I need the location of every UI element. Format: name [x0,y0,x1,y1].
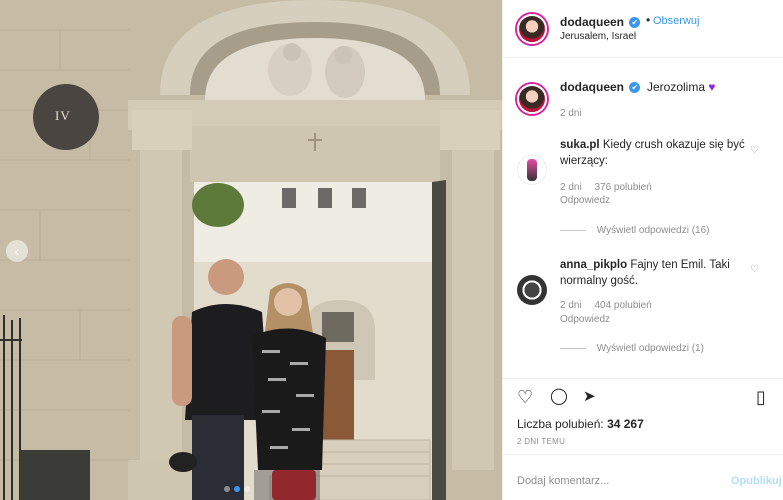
likes-count: 34 267 [607,417,644,431]
separator-dot: • [646,13,651,27]
location-link[interactable]: Jerusalem, Israel [560,31,636,42]
view-replies-button[interactable]: Wyświetl odpowiedzi (16) [560,225,710,236]
like-icon[interactable]: ♡ [517,387,533,407]
follow-button[interactable]: Obserwuj [653,15,699,27]
heart-outline-icon[interactable]: ♡ [750,264,759,275]
reply-button[interactable]: Odpowiedz [560,314,610,325]
caption-body: Jerozolima [647,80,706,94]
comment-username[interactable]: anna_pikplo [560,259,627,271]
chevron-left-icon: ‹ [14,243,20,259]
post-photo[interactable]: IV ‹ [0,0,502,500]
avatar[interactable] [517,14,547,44]
header-username[interactable]: dodaqueen ✔ [560,15,641,29]
purple-heart-icon: ♥ [708,80,716,94]
comment-meta: 2 dni 376 polubień [560,182,662,193]
post-timestamp[interactable]: 2 DNI TEMU [517,437,565,446]
comment-likes[interactable]: 376 polubień [594,182,651,193]
actions-divider [503,378,783,379]
comment-icon[interactable]: ◯ [550,387,568,407]
likes-summary[interactable]: Liczba polubień: 34 267 [517,417,644,431]
comment-likes[interactable]: 404 polubień [594,300,651,311]
comment-timestamp[interactable]: 2 dni [560,182,582,193]
add-comment-bar: Dodaj komentarz... Opublikuj [503,454,783,500]
likes-label: Liczba polubień: [517,417,604,431]
comment-text: anna_pikplo Fajny ten Emil. Taki normaln… [560,257,750,289]
caption-username[interactable]: dodaqueen ✔ [560,80,641,94]
username-link[interactable]: dodaqueen [560,15,624,29]
view-replies-label: Wyświetl odpowiedzi (16) [596,225,710,236]
post-comment-button[interactable]: Opublikuj [731,475,782,487]
caption-timestamp[interactable]: 2 dni [560,108,582,119]
verified-icon: ✔ [629,17,641,29]
carousel-dot [234,486,240,492]
comment-meta: 2 dni 404 polubień [560,300,662,311]
post-header: dodaqueen ✔ • Obserwuj Jerusalem, Israel [503,0,783,58]
comment-text: suka.pl Kiedy crush okazuje się być wier… [560,137,750,169]
reply-button[interactable]: Odpowiedz [560,195,610,206]
carousel-dot [244,486,250,492]
carousel-prev-button[interactable]: ‹ [6,240,28,262]
share-icon[interactable]: ➤ [583,387,596,407]
avatar[interactable] [517,275,547,305]
carousel-dot [224,486,230,492]
caption-text: Jerozolima ♥ [647,80,716,94]
view-replies-label: Wyświetl odpowiedzi (1) [596,343,704,354]
bookmark-icon[interactable]: ▯ [756,387,766,407]
avatar[interactable] [517,84,547,114]
plaque-label: IV [55,108,71,123]
carousel-dots [224,486,250,492]
post-side-panel: dodaqueen ✔ • Obserwuj Jerusalem, Israel… [502,0,783,500]
view-replies-button[interactable]: Wyświetl odpowiedzi (1) [560,343,704,354]
verified-icon: ✔ [629,82,641,94]
heart-outline-icon[interactable]: ♡ [750,145,759,156]
comment-timestamp[interactable]: 2 dni [560,300,582,311]
comment-username[interactable]: suka.pl [560,139,600,151]
avatar[interactable] [517,155,547,185]
church-scene [0,0,502,500]
username-link[interactable]: dodaqueen [560,80,624,94]
comment-input[interactable]: Dodaj komentarz... [517,475,609,487]
